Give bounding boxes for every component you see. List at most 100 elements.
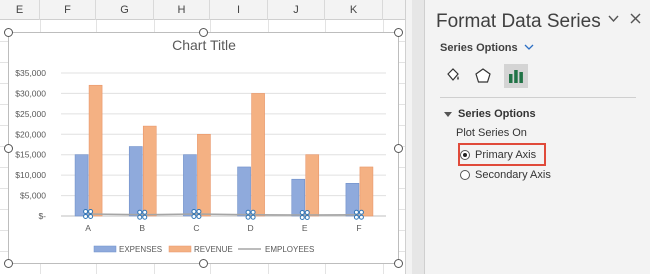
section-label: Series Options xyxy=(458,108,536,120)
column-header-f[interactable]: F xyxy=(40,0,96,20)
series-options-section-header[interactable]: Series Options xyxy=(444,108,536,120)
bar-expenses[interactable] xyxy=(183,154,197,217)
column-header-g[interactable]: G xyxy=(96,0,154,20)
line-series[interactable] xyxy=(83,208,364,220)
primary-axis-radio[interactable] xyxy=(460,150,470,160)
secondary-axis-option[interactable]: Secondary Axis xyxy=(460,169,551,181)
bar-revenue[interactable] xyxy=(197,133,211,217)
y-tick-label: $5,000 xyxy=(20,191,46,201)
column-header-j[interactable]: J xyxy=(268,0,325,20)
secondary-axis-label: Secondary Axis xyxy=(475,169,551,181)
fill-line-tab[interactable] xyxy=(441,64,465,88)
bar-revenue[interactable] xyxy=(142,125,157,217)
selection-handle[interactable] xyxy=(191,208,197,214)
legend-label-expenses: EXPENSES xyxy=(119,245,162,254)
x-tick-label: D xyxy=(248,223,254,233)
selection-handle[interactable] xyxy=(83,213,89,219)
resize-handle-bottom-left[interactable] xyxy=(4,259,13,268)
pane-title: Format Data Series xyxy=(436,11,601,32)
column-header-h[interactable]: H xyxy=(154,0,210,20)
selection-handle[interactable] xyxy=(299,209,305,215)
chart-title[interactable]: Chart Title xyxy=(172,37,236,53)
selection-handle[interactable] xyxy=(88,213,94,219)
secondary-axis-radio[interactable] xyxy=(460,170,470,180)
selection-handle[interactable] xyxy=(196,208,202,214)
selection-handle[interactable] xyxy=(250,214,256,220)
column-header-i[interactable]: I xyxy=(210,0,268,20)
legend-swatch-revenue xyxy=(168,245,192,253)
pane-options-chevron-icon[interactable] xyxy=(607,12,620,29)
resize-handle-top-left[interactable] xyxy=(4,28,13,37)
y-tick-label: $30,000 xyxy=(15,88,46,98)
resize-handle-left[interactable] xyxy=(4,144,13,153)
pentagon-icon xyxy=(475,68,491,83)
pane-divider xyxy=(440,97,636,98)
selection-handle[interactable] xyxy=(88,208,94,214)
selection-handle[interactable] xyxy=(304,209,310,215)
selection-handle[interactable] xyxy=(191,213,197,219)
selection-handle[interactable] xyxy=(353,209,359,215)
selection-handle[interactable] xyxy=(137,214,143,220)
resize-handle-right[interactable] xyxy=(394,144,403,153)
selection-handle[interactable] xyxy=(137,209,143,215)
bar-revenue[interactable] xyxy=(88,84,103,217)
x-tick-label: C xyxy=(193,223,199,233)
bar-revenue[interactable] xyxy=(251,93,265,217)
y-tick-label: $15,000 xyxy=(15,150,46,160)
y-tick-label: $20,000 xyxy=(15,129,46,139)
selection-handle[interactable] xyxy=(83,208,89,214)
selection-handle[interactable] xyxy=(250,209,256,215)
series-options-tab[interactable] xyxy=(504,64,528,88)
bar-revenue[interactable] xyxy=(305,154,320,217)
y-tick-label: $10,000 xyxy=(15,170,46,180)
chart-object[interactable]: Chart Title $- $5,000 $10,000 $15,000 $20,00… xyxy=(4,28,403,268)
format-data-series-pane: Format Data Series Series Options Series… xyxy=(424,0,650,274)
bar-expenses[interactable] xyxy=(237,166,251,217)
bar-expenses[interactable] xyxy=(128,146,143,217)
legend[interactable]: EXPENSES REVENUE EMPLOYEES xyxy=(93,245,314,254)
selection-handle[interactable] xyxy=(353,214,359,220)
excel-window: E F G H I J K Chart Title $- $5,000 $10,… xyxy=(0,0,650,274)
legend-swatch-expenses xyxy=(93,245,117,253)
selection-handle[interactable] xyxy=(245,214,251,220)
gridlines xyxy=(61,72,386,217)
column-header-k[interactable]: K xyxy=(325,0,383,20)
series-options-dropdown-label: Series Options xyxy=(440,42,518,54)
chart-canvas: Chart Title $- $5,000 $10,000 $15,000 $20,00… xyxy=(15,37,386,254)
legend-label-revenue: REVENUE xyxy=(194,245,233,254)
x-axis-labels: A B C D E F xyxy=(85,223,361,233)
bar-series[interactable] xyxy=(74,84,374,217)
bar-revenue[interactable] xyxy=(359,166,374,217)
column-headers: E F G H I J K xyxy=(0,0,412,20)
vertical-scrollbar[interactable] xyxy=(405,0,412,274)
spreadsheet-area: E F G H I J K Chart Title $- $5,000 $10,… xyxy=(0,0,412,274)
resize-handle-bottom-right[interactable] xyxy=(394,259,403,268)
selection-handle[interactable] xyxy=(304,214,310,220)
primary-axis-label: Primary Axis xyxy=(475,149,537,161)
series-options-dropdown[interactable]: Series Options xyxy=(440,42,534,54)
column-header-e[interactable]: E xyxy=(0,0,40,20)
y-axis-labels: $- $5,000 $10,000 $15,000 $20,000 $25,000 $30,… xyxy=(15,68,46,221)
y-tick-label: $35,000 xyxy=(15,68,46,78)
selection-handle[interactable] xyxy=(358,214,364,220)
resize-handle-top[interactable] xyxy=(199,28,208,37)
collapse-triangle-icon xyxy=(444,111,452,117)
selection-handle[interactable] xyxy=(142,209,148,215)
selection-handle[interactable] xyxy=(358,209,364,215)
selection-handle[interactable] xyxy=(299,214,305,220)
selection-handle[interactable] xyxy=(142,214,148,220)
x-tick-label: E xyxy=(302,223,308,233)
y-tick-label: $25,000 xyxy=(15,109,46,119)
effects-tab[interactable] xyxy=(471,64,495,88)
resize-handle-bottom[interactable] xyxy=(199,259,208,268)
legend-label-employees: EMPLOYEES xyxy=(265,245,314,254)
selection-handle[interactable] xyxy=(245,209,251,215)
bar-chart-icon xyxy=(509,70,523,83)
resize-handle-top-right[interactable] xyxy=(394,28,403,37)
primary-axis-option[interactable]: Primary Axis xyxy=(460,149,536,161)
x-tick-label: A xyxy=(85,223,91,233)
close-icon[interactable] xyxy=(629,12,642,29)
column-header-partial[interactable] xyxy=(383,0,405,20)
bar-expenses[interactable] xyxy=(74,154,89,217)
selection-handle[interactable] xyxy=(196,213,202,219)
